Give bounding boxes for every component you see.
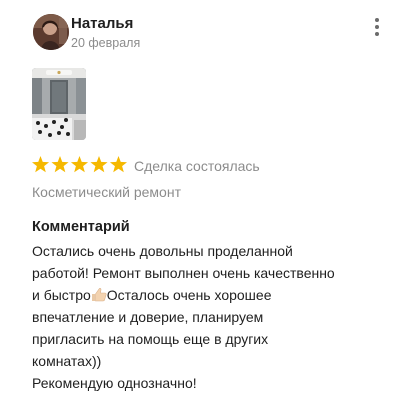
comment-title: Комментарий bbox=[32, 219, 130, 235]
kebab-menu-icon bbox=[375, 18, 379, 36]
avatar-image bbox=[33, 14, 69, 50]
comment-line-part: и быстро bbox=[32, 287, 91, 303]
deal-status: Сделка состоялась bbox=[134, 158, 260, 174]
star-icon bbox=[70, 156, 89, 173]
more-button[interactable] bbox=[369, 16, 385, 38]
thumbs-up-icon bbox=[91, 288, 107, 302]
star-icon bbox=[90, 156, 108, 173]
room-photo bbox=[32, 68, 86, 140]
review-date: 20 февраля bbox=[71, 36, 141, 50]
comment-line: пригласить на помощь еще в других bbox=[32, 331, 269, 347]
comment-line: впечатление и доверие, планируем bbox=[32, 309, 264, 325]
rating-row: Сделка состоялась bbox=[32, 155, 382, 177]
comment-line: Остались очень довольны проделанной bbox=[32, 243, 293, 259]
comment-line: комнатах)) bbox=[32, 353, 102, 369]
star-rating bbox=[32, 156, 127, 173]
service-category: Косметический ремонт bbox=[32, 184, 181, 200]
comment-text: Остались очень довольны проделанной рабо… bbox=[32, 240, 392, 394]
star-icon bbox=[109, 156, 127, 173]
star-icon bbox=[32, 156, 50, 173]
comment-line-part: Осталось очень хорошее bbox=[106, 287, 272, 303]
comment-line: и быстро Осталось очень хорошее bbox=[32, 284, 392, 306]
review-card: Наталья 20 февраля Сделка состоялась Кос… bbox=[0, 0, 407, 407]
review-header: Наталья 20 февраля bbox=[33, 14, 393, 54]
avatar[interactable] bbox=[33, 14, 69, 50]
comment-line: Рекомендую однозначно! bbox=[32, 375, 197, 391]
author-name[interactable]: Наталья bbox=[71, 15, 133, 32]
review-photo[interactable] bbox=[32, 68, 86, 140]
star-icon bbox=[51, 156, 69, 173]
comment-line: работой! Ремонт выполнен очень качествен… bbox=[32, 265, 335, 281]
